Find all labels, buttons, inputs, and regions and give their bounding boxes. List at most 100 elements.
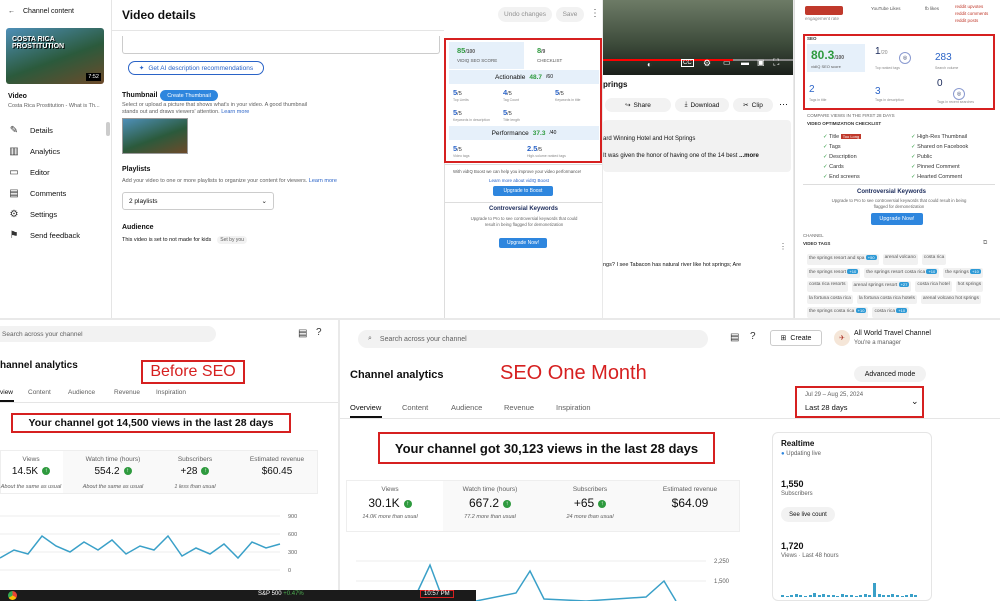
- tag-chip[interactable]: the springs resort and spa +50: [807, 254, 879, 265]
- checklist-item: ✓ Tags: [823, 144, 841, 150]
- description-field[interactable]: [122, 36, 440, 54]
- tag-chip[interactable]: costa rica: [921, 254, 947, 265]
- video-player[interactable]: ◐ CC ⚙ ▭ ▬ ▣ ⛶: [603, 0, 793, 75]
- sidebar-item-editor[interactable]: ▭ Editor: [8, 166, 49, 178]
- date-range-selector[interactable]: Jul 29 – Aug 25, 2024 Last 28 days ⌄: [795, 386, 924, 418]
- tab-inspiration[interactable]: Inspiration: [156, 389, 186, 396]
- tag-chip[interactable]: costa rica resorts: [807, 281, 848, 292]
- tab-revenue[interactable]: Revenue: [504, 403, 534, 412]
- realtime-bars: [781, 567, 921, 597]
- sidebar-item-analytics[interactable]: ▥ Analytics: [8, 145, 60, 157]
- tag-chip[interactable]: the springs costa rica +10: [807, 307, 869, 318]
- realtime-bar: [873, 583, 876, 597]
- theater-icon[interactable]: ▬: [741, 58, 749, 67]
- tab-content[interactable]: Content: [28, 389, 51, 396]
- thumbnail-preview[interactable]: [122, 118, 188, 154]
- sidebar-item-comments[interactable]: ▤ Comments: [8, 187, 66, 199]
- tag-chip[interactable]: arenal volcano hot springs: [920, 294, 981, 305]
- tab-overview[interactable]: Overview: [350, 403, 381, 412]
- more-actions-icon[interactable]: ⋯: [779, 99, 788, 110]
- role-text: You're a manager: [854, 340, 901, 346]
- undo-changes-button[interactable]: Undo changes: [498, 7, 552, 22]
- more-link[interactable]: ...more: [739, 153, 759, 159]
- clip-button[interactable]: ✂ Clip: [733, 98, 773, 112]
- sidebar-item-feedback[interactable]: ⚑ Send feedback: [8, 229, 81, 241]
- playlists-help: Add your video to one or more playlists …: [122, 178, 337, 184]
- volume-icon[interactable]: ◐: [647, 60, 652, 69]
- tag-chip[interactable]: arenal springs resort +27: [851, 281, 912, 292]
- tab-audience[interactable]: Audience: [451, 403, 482, 412]
- realtime-bar: [781, 595, 784, 597]
- tab-audience[interactable]: Audience: [68, 389, 95, 396]
- avatar[interactable]: ✈: [834, 330, 850, 346]
- tab-overview[interactable]: view: [0, 389, 13, 396]
- learn-more-link[interactable]: Learn more: [221, 109, 249, 115]
- tab-content[interactable]: Content: [402, 403, 428, 412]
- cast-icon[interactable]: ▣: [757, 58, 765, 67]
- upgrade-now-button[interactable]: Upgrade Now!: [499, 238, 547, 248]
- create-button[interactable]: ⊞ Create: [770, 330, 822, 346]
- feedback-icon[interactable]: ▤: [730, 332, 739, 343]
- metric-label: Views: [381, 486, 399, 493]
- copy-icon[interactable]: ⧉: [983, 240, 987, 247]
- analytics-before-panel: Search across your channel ▤ ? hannel an…: [0, 320, 338, 601]
- sparkle-icon: ✦: [138, 65, 145, 72]
- realtime-bar: [909, 594, 913, 597]
- video-thumbnail[interactable]: COSTA RICA PROSTITUTION 7:52: [6, 28, 104, 84]
- search-input[interactable]: ⌕ Search across your channel: [358, 330, 708, 348]
- tab-inspiration[interactable]: Inspiration: [556, 403, 591, 412]
- help-icon[interactable]: ?: [750, 331, 756, 342]
- download-button[interactable]: ⤓ Download: [675, 98, 729, 112]
- trend-up-icon: ↑: [403, 499, 412, 508]
- tag-chip[interactable]: la fortuna costa rica: [807, 294, 853, 305]
- channel-content-back[interactable]: ← Channel content: [8, 8, 74, 15]
- settings-icon[interactable]: ⚙: [703, 58, 711, 69]
- seo-score-highlight: [803, 34, 995, 110]
- y-tick-label: 0: [288, 568, 291, 574]
- checklist-item: ✓ Title Too Long: [823, 134, 862, 140]
- sidebar-item-settings[interactable]: ⚙ Settings: [8, 208, 58, 220]
- share-button[interactable]: ↪ Share: [605, 98, 671, 112]
- upgrade-now-button[interactable]: Upgrade Now!: [871, 213, 923, 225]
- trend-up-icon: ↑: [503, 499, 512, 508]
- tag-chip[interactable]: costa rica hotel: [915, 281, 952, 292]
- tag-chip[interactable]: the springs resort costa rica +10: [864, 267, 940, 279]
- ai-description-button[interactable]: ✦ Get AI description recommendations: [128, 61, 264, 75]
- fullscreen-icon[interactable]: ⛶: [773, 57, 779, 68]
- feedback-icon[interactable]: ▤: [298, 328, 307, 339]
- tab-revenue[interactable]: Revenue: [114, 389, 140, 396]
- playlists-learn-link[interactable]: Learn more: [309, 178, 337, 184]
- tag-chip[interactable]: the springs resort +10: [807, 267, 861, 279]
- search-input[interactable]: Search across your channel: [0, 326, 216, 342]
- learn-boost-link[interactable]: Learn more about vidIQ Boost: [489, 178, 549, 183]
- miniplayer-icon[interactable]: ▭: [723, 58, 731, 67]
- create-thumbnail-button[interactable]: Create Thumbnail: [160, 90, 218, 101]
- realtime-bar: [831, 595, 835, 597]
- tag-chip[interactable]: costa rica +10: [872, 307, 910, 318]
- help-icon[interactable]: ?: [316, 327, 322, 338]
- tag-chip[interactable]: the springs +10: [943, 267, 983, 279]
- advanced-mode-button[interactable]: Advanced mode: [854, 366, 926, 382]
- views-line: [0, 534, 281, 560]
- chevron-down-icon: ⌄: [261, 198, 267, 205]
- cc-icon[interactable]: CC: [681, 59, 694, 67]
- comment-more-icon[interactable]: ⋮: [779, 242, 787, 251]
- description-box[interactable]: ard Winning Hotel and Hot Springs It was…: [603, 120, 791, 172]
- metric-label: Subscribers: [572, 486, 608, 493]
- see-live-count-button[interactable]: See live count: [781, 507, 835, 522]
- tag-chip[interactable]: la fortuna costa rica hotels: [856, 294, 917, 305]
- tag-chip[interactable]: arenal volcano: [882, 254, 918, 265]
- metric-label: Watch time (hours): [462, 486, 518, 493]
- save-button[interactable]: Save: [556, 7, 584, 22]
- upgrade-boost-button[interactable]: Upgrade to Boost: [493, 186, 553, 196]
- more-options-icon[interactable]: ⋮: [590, 8, 600, 19]
- sidebar-item-details[interactable]: ✎ Details: [8, 124, 53, 136]
- headline-box: Your channel got 30,123 views in the las…: [378, 432, 715, 464]
- chrome-icon[interactable]: [8, 591, 17, 600]
- progress-bar[interactable]: [603, 59, 733, 61]
- y-tick-label: 2,250: [714, 559, 730, 565]
- metric-label: Estimated revenue: [662, 486, 718, 493]
- sidebar-scrollbar[interactable]: [106, 122, 110, 136]
- tag-chip[interactable]: hot springs: [955, 281, 984, 292]
- playlists-select[interactable]: 2 playlists ⌄: [122, 192, 274, 210]
